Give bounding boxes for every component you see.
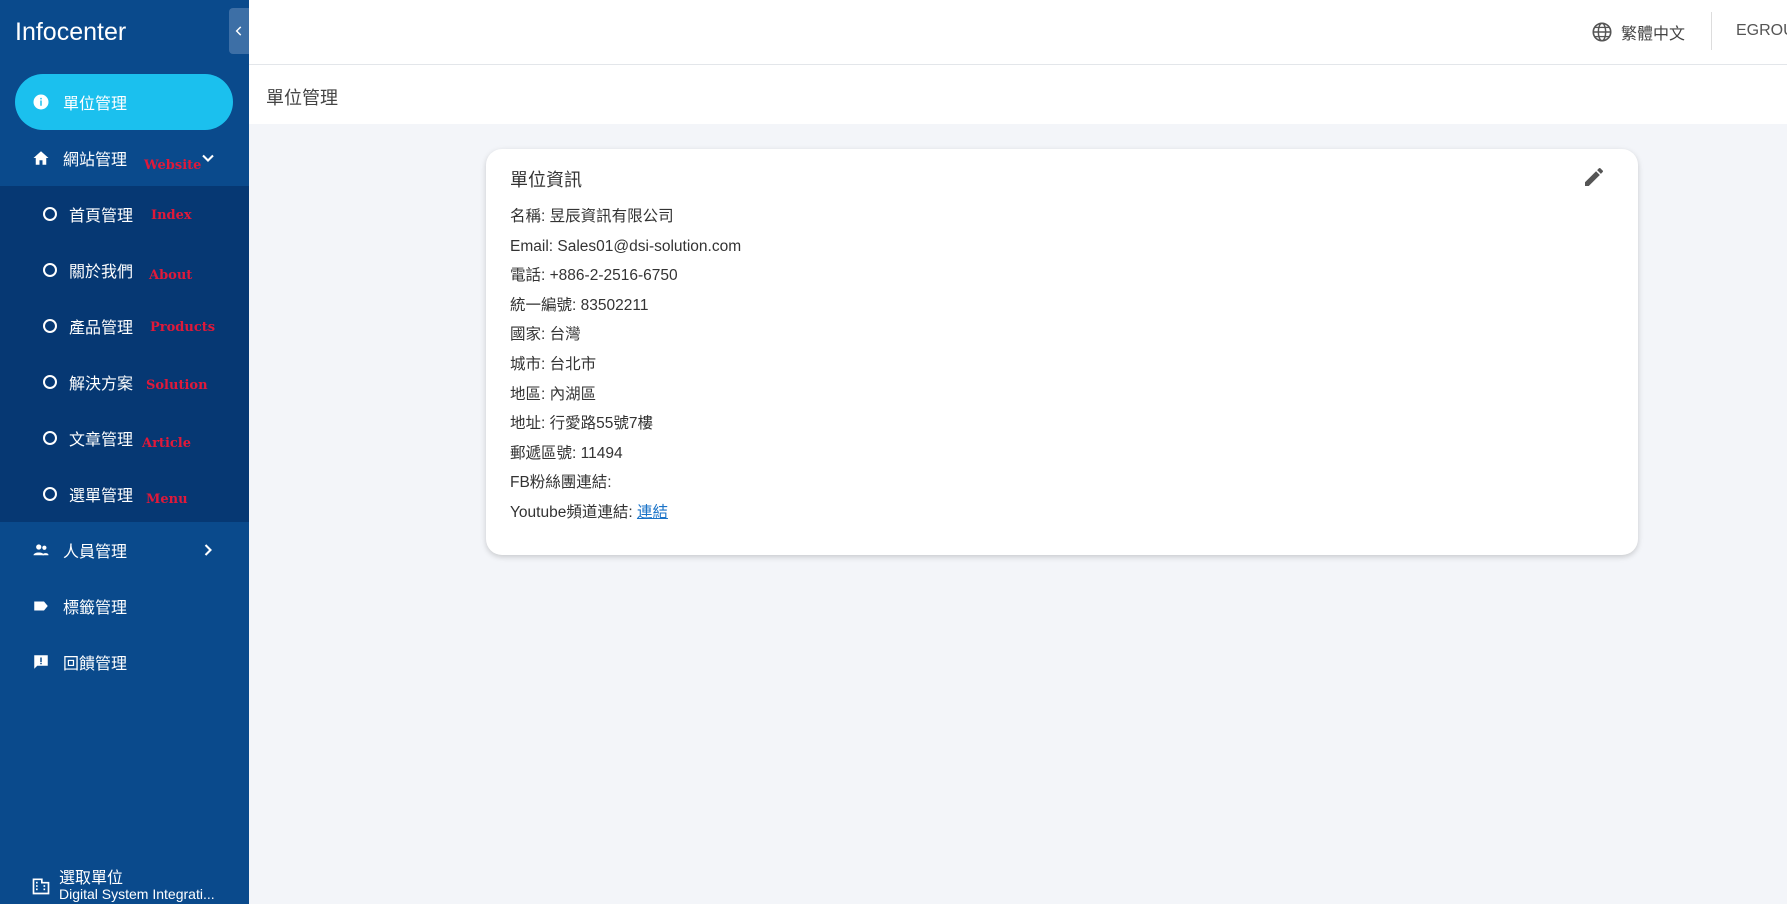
circle-outline-icon [43, 207, 57, 221]
circle-outline-icon [43, 487, 57, 501]
annotation-menu: Menu [146, 492, 188, 507]
info-value: 台北市 [549, 355, 597, 373]
annotation-article: Article [142, 436, 192, 451]
info-label: Youtube頻道連結: [510, 503, 633, 521]
building-icon [32, 878, 50, 895]
annotation-index: Index [151, 208, 192, 223]
edit-icon[interactable] [1582, 165, 1606, 189]
sidebar-subitem-solution[interactable]: 解決方案 [0, 354, 249, 410]
home-icon [31, 148, 51, 168]
unit-info-card: 單位資訊 名稱: 昱辰資訊有限公司 Email: Sales01@dsi-sol… [486, 149, 1638, 555]
info-label: 地址: [510, 415, 546, 433]
language-selector[interactable]: 繁體中文 [1591, 20, 1685, 44]
info-row-city: 城市: 台北市 [510, 350, 741, 380]
selected-unit-name: Digital System Integrati... [59, 886, 215, 902]
info-label: 名稱: [510, 208, 546, 225]
sidebar-subitem-about[interactable]: 關於我們 [0, 242, 249, 298]
sidebar-item-label: 標籤管理 [63, 600, 128, 617]
sidebar: Infocenter 單位管理 網站管理 Website 首頁管理 Index … [0, 0, 249, 904]
info-label: 國家: [510, 326, 546, 344]
info-value: Sales01@dsi-solution.com [557, 237, 742, 255]
collapse-sidebar-button[interactable] [229, 8, 249, 54]
sidebar-item-people-management[interactable]: 人員管理 [15, 522, 233, 578]
sidebar-item-unit-management[interactable]: 單位管理 [15, 74, 233, 130]
sidebar-subitem-article[interactable]: 文章管理 [0, 410, 249, 466]
header-divider [1711, 12, 1712, 50]
sidebar-item-label: 人員管理 [63, 544, 128, 561]
page-title: 單位管理 [266, 88, 338, 108]
info-label: 郵遞區號: [510, 444, 577, 462]
sidebar-item-label: 回饋管理 [63, 656, 128, 673]
info-value: 行愛路55號7樓 [549, 415, 653, 433]
card-title: 單位資訊 [510, 170, 582, 190]
info-row-tax-id: 統一編號: 83502211 [510, 291, 741, 321]
sidebar-subitem-index[interactable]: 首頁管理 [0, 186, 249, 242]
info-row-email: Email: Sales01@dsi-solution.com [510, 232, 741, 262]
info-row-youtube: Youtube頻道連結: 連結 [510, 498, 741, 528]
select-unit-label: 選取單位 [59, 870, 124, 887]
annotation-website: Website [144, 158, 202, 173]
info-value: 昱辰資訊有限公司 [549, 208, 674, 225]
breadcrumb: 單位管理 [249, 65, 1787, 124]
info-row-country: 國家: 台灣 [510, 320, 741, 350]
feedback-icon [31, 652, 51, 672]
info-row-facebook: FB粉絲團連結: [510, 468, 741, 498]
sidebar-subitem-label: 首頁管理 [69, 208, 134, 225]
sidebar-subitem-label: 解決方案 [69, 376, 134, 393]
select-unit-button[interactable]: 選取單位 Digital System Integrati... [0, 860, 249, 904]
sidebar-item-label: 單位管理 [63, 96, 128, 113]
annotation-products: Products [150, 320, 216, 335]
info-value: 內湖區 [549, 385, 597, 403]
info-value: 83502211 [580, 296, 649, 314]
sidebar-item-label: 網站管理 [63, 152, 128, 169]
unit-info-list: 名稱: 昱辰資訊有限公司 Email: Sales01@dsi-solution… [510, 202, 741, 528]
info-value: 11494 [580, 444, 623, 462]
people-icon [31, 540, 51, 560]
info-icon [31, 92, 51, 112]
info-label: FB粉絲團連結: [510, 474, 612, 492]
info-row-address: 地址: 行愛路55號7樓 [510, 409, 741, 439]
sidebar-subitem-label: 選單管理 [69, 488, 134, 505]
sidebar-item-feedback-management[interactable]: 回饋管理 [15, 634, 233, 690]
circle-outline-icon [43, 431, 57, 445]
label-icon [31, 596, 51, 616]
annotation-solution: Solution [146, 378, 208, 393]
info-label: Email: [510, 237, 554, 255]
info-value: +886-2-2516-6750 [549, 267, 678, 285]
info-row-district: 地區: 內湖區 [510, 380, 741, 410]
circle-outline-icon [43, 375, 57, 389]
info-label: 地區: [510, 385, 546, 403]
info-label: 電話: [510, 267, 546, 285]
info-row-phone: 電話: +886-2-2516-6750 [510, 261, 741, 291]
globe-icon [1592, 22, 1612, 42]
sidebar-subitem-menu[interactable]: 選單管理 [0, 466, 249, 522]
chevron-right-icon [204, 544, 212, 556]
top-bar: 繁體中文 EGROU [249, 0, 1787, 65]
info-label: 統一編號: [510, 296, 577, 314]
sidebar-subitem-label: 產品管理 [69, 320, 134, 337]
info-row-name: 名稱: 昱辰資訊有限公司 [510, 202, 741, 232]
annotation-about: About [149, 268, 193, 283]
info-label: 城市: [510, 355, 546, 373]
circle-outline-icon [43, 319, 57, 333]
youtube-link[interactable]: 連結 [637, 504, 668, 521]
sidebar-subitem-label: 文章管理 [69, 432, 134, 449]
info-row-postal-code: 郵遞區號: 11494 [510, 439, 741, 469]
app-title: Infocenter [15, 18, 127, 46]
user-menu[interactable]: EGROU [1736, 22, 1787, 40]
sidebar-item-tag-management[interactable]: 標籤管理 [15, 578, 233, 634]
website-submenu: 首頁管理 Index 關於我們 About 產品管理 Products 解決方案… [0, 186, 249, 522]
chevron-left-icon [235, 26, 242, 36]
sidebar-subitem-label: 關於我們 [69, 264, 134, 281]
language-label: 繁體中文 [1621, 26, 1686, 43]
info-value: 台灣 [549, 326, 581, 344]
circle-outline-icon [43, 263, 57, 277]
